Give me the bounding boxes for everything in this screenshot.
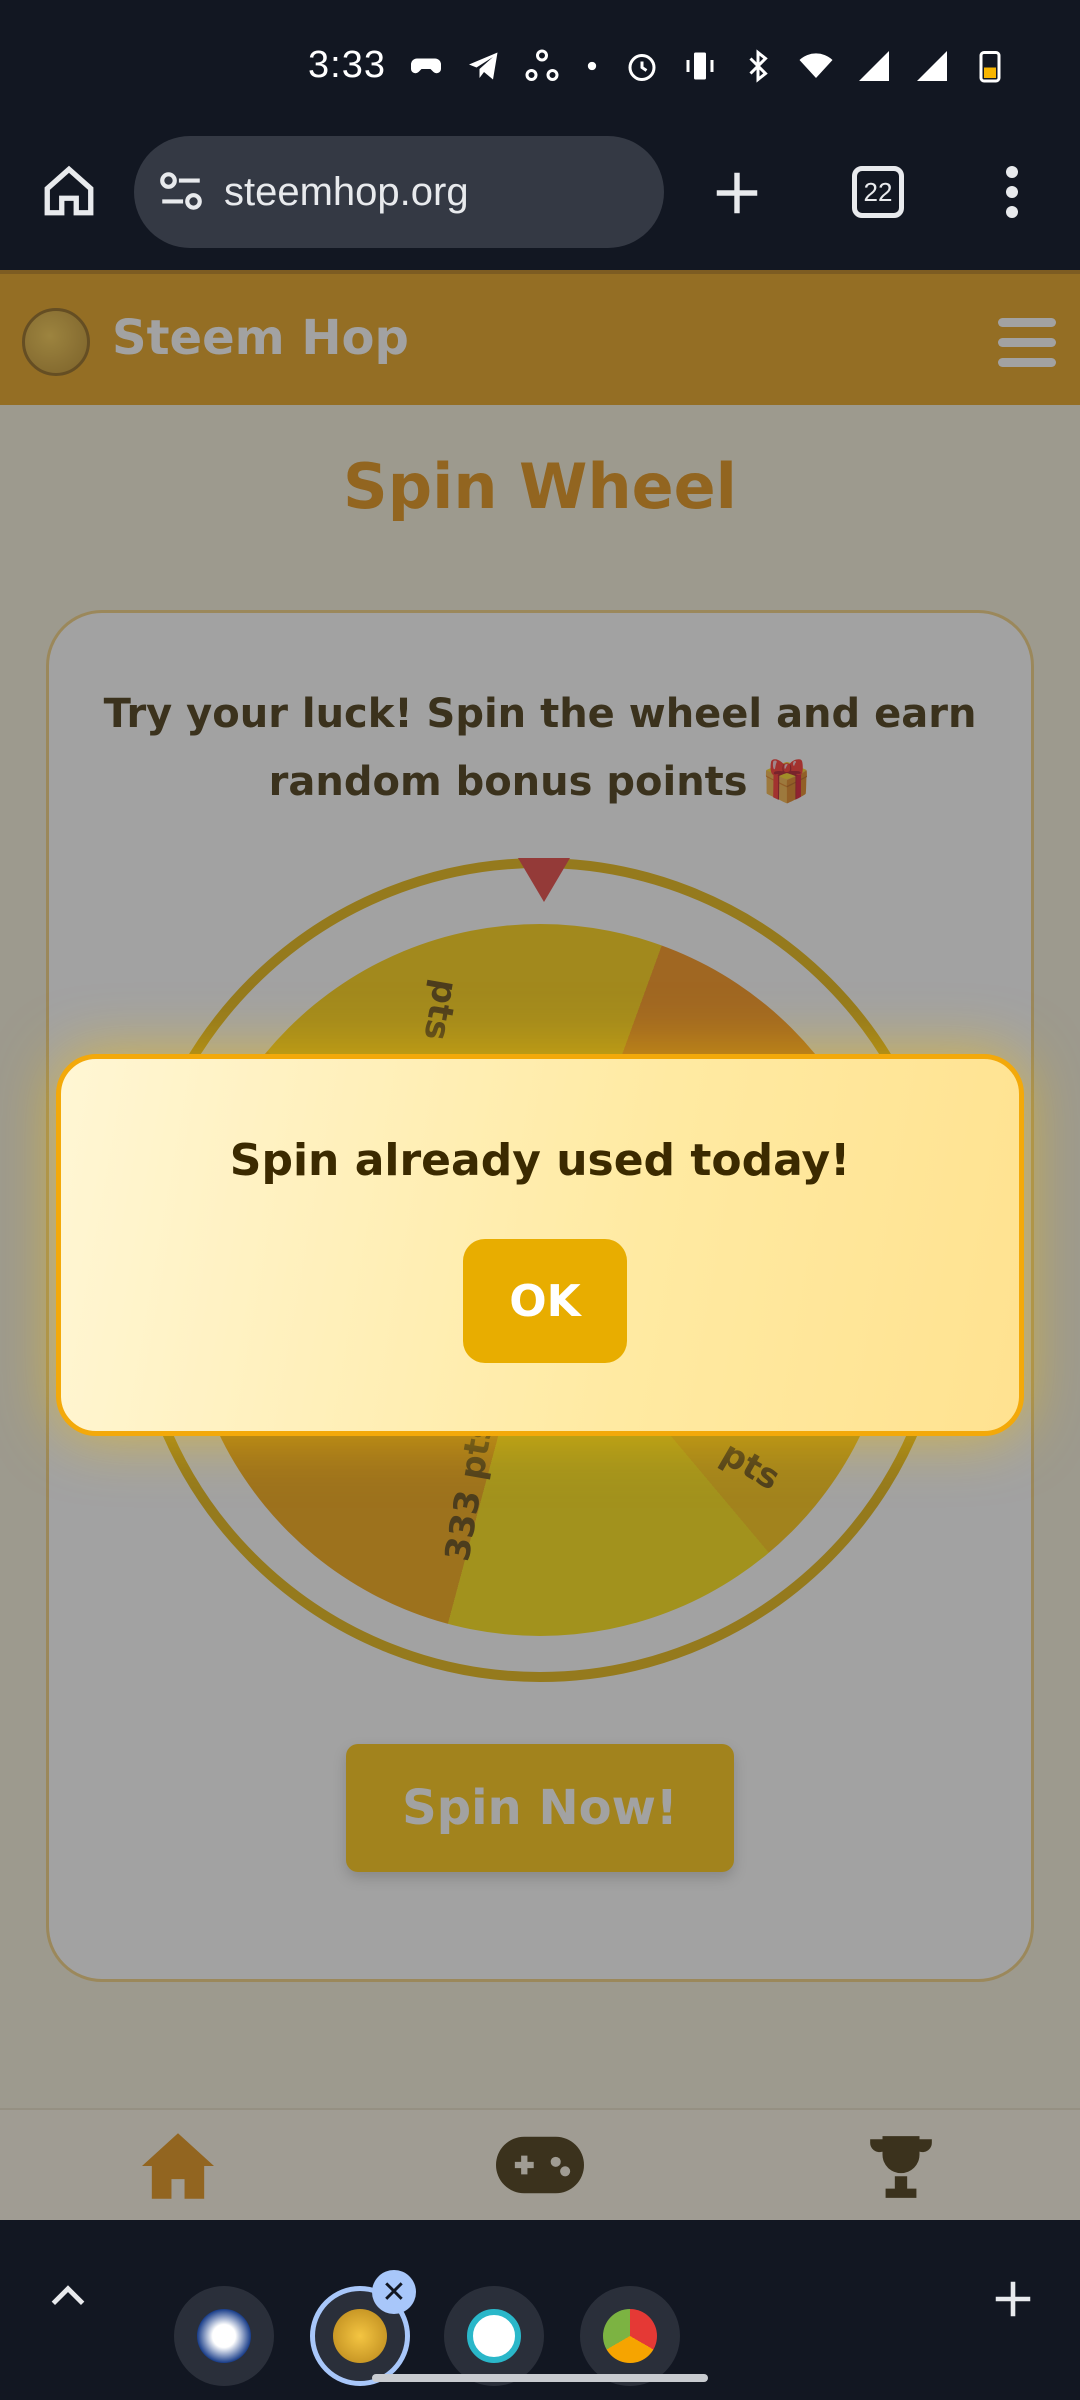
ok-button[interactable]: OK <box>463 1239 627 1363</box>
tab-thumb-1[interactable] <box>174 2286 274 2386</box>
alarm-icon <box>628 54 656 81</box>
dot-icon <box>587 61 597 71</box>
share-icon <box>525 49 559 81</box>
wifi-icon <box>799 53 833 78</box>
close-tab-icon[interactable]: ✕ <box>372 2270 416 2314</box>
telegram-icon <box>469 52 498 80</box>
vibrate-icon <box>686 52 714 80</box>
new-tab-icon[interactable] <box>710 166 764 220</box>
signal-icon <box>859 51 889 81</box>
more-options-icon[interactable] <box>992 162 1032 222</box>
add-tab-icon[interactable] <box>990 2276 1036 2322</box>
status-icons <box>408 48 1008 84</box>
tab-thumb-3[interactable] <box>444 2286 544 2386</box>
status-bar: 3:33 <box>0 0 1080 140</box>
signal-icon-2 <box>917 51 947 81</box>
gesture-bar <box>372 2374 708 2382</box>
bluetooth-icon <box>749 49 768 83</box>
status-time: 3:33 <box>308 44 386 86</box>
tab-strip: ✕ <box>0 2220 1080 2400</box>
chevron-up-icon[interactable] <box>46 2274 90 2318</box>
site-settings-icon[interactable] <box>156 166 206 216</box>
game-controller-icon <box>411 58 441 74</box>
url-bar[interactable]: steemhop.org <box>134 136 664 248</box>
tab-switcher-button[interactable]: 22 <box>852 166 904 218</box>
alert-message: Spin already used today! <box>229 1135 851 1186</box>
home-icon[interactable] <box>40 162 98 220</box>
tab-thumb-4[interactable] <box>580 2286 680 2386</box>
url-text: steemhop.org <box>224 169 469 214</box>
alert-dialog: Spin already used today! OK <box>56 1054 1024 1436</box>
battery-icon <box>979 51 1001 83</box>
